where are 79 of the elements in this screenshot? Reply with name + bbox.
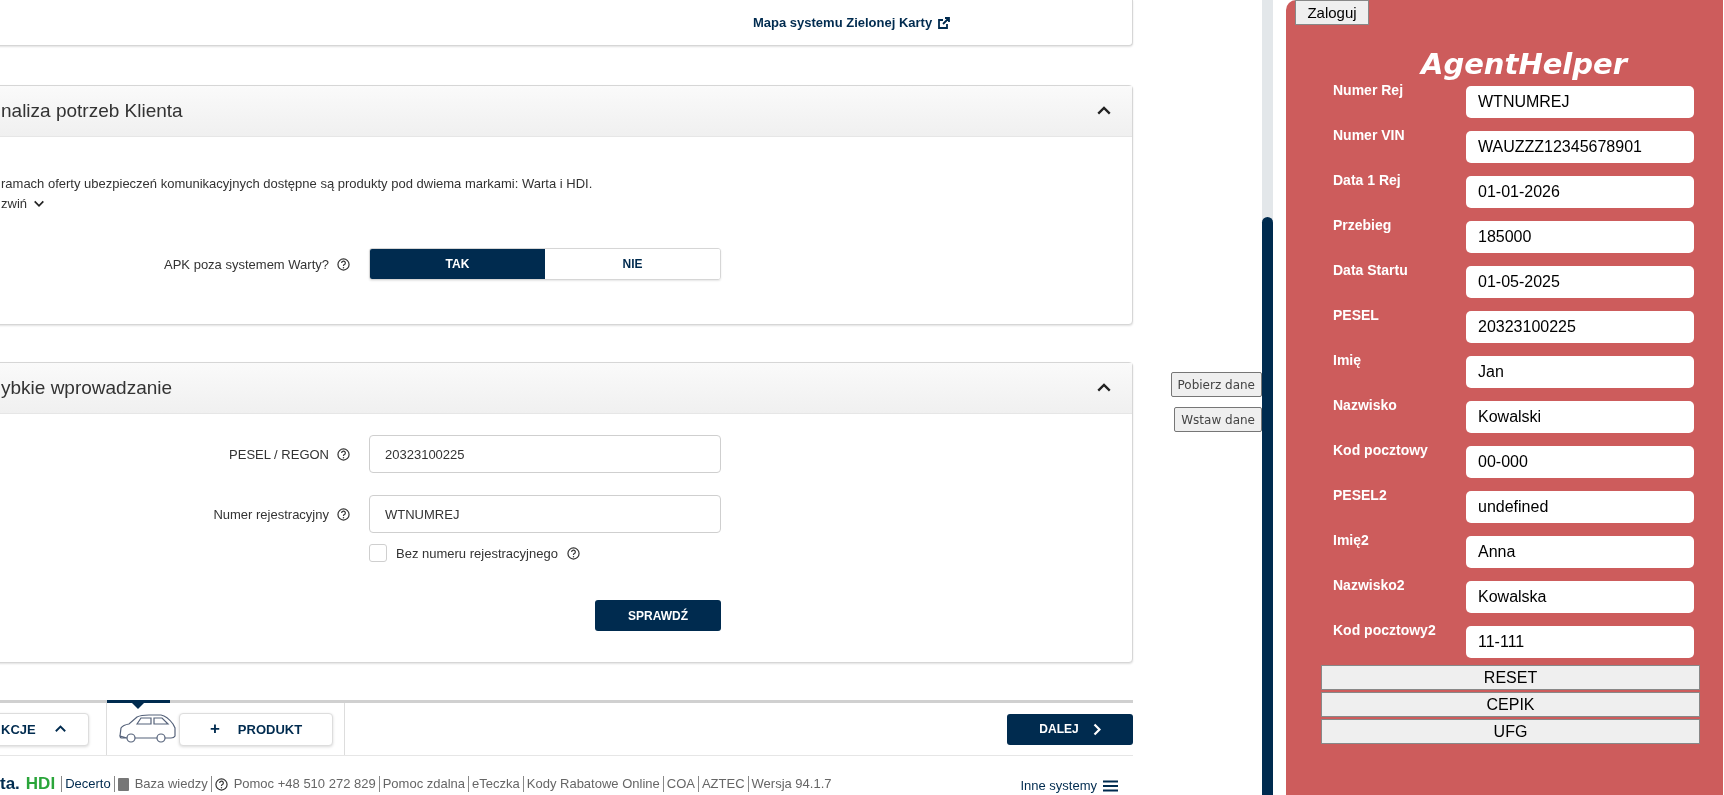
field-label: Imię2 [1333,532,1370,550]
section-title: naliza potrzeb Klienta [1,100,183,122]
action-button[interactable]: UFG [1321,719,1700,744]
field-label: PESEL2 [1333,487,1388,505]
text-field[interactable]: WTNUMREJ [1466,86,1694,118]
text-field[interactable]: Jan [1466,356,1694,388]
footer-link[interactable]: AZTEC [697,776,748,792]
chevron-up-icon[interactable] [53,725,67,733]
text-field[interactable]: 11-111 [1466,626,1694,658]
help-icon[interactable] [214,777,228,791]
help-icon[interactable] [337,447,350,461]
text-field[interactable]: 01-01-2026 [1466,176,1694,208]
field-label: Imię [1333,352,1362,370]
section-title: ybkie wprowadzanie [1,377,173,399]
text-field[interactable]: 01-05-2025 [1466,266,1694,298]
text-field[interactable]: undefined [1466,491,1694,523]
chevron-down-icon[interactable] [33,199,45,208]
action-button[interactable]: CEPIK [1321,692,1700,717]
sections-button[interactable]: KCJE [0,712,89,746]
check-button[interactable]: SPRAWDŹ [595,600,721,631]
checkbox-label: Bez numeru rejestracyjnego [396,545,558,561]
collapse-icon[interactable] [1096,106,1112,116]
text-field[interactable]: WTNUMREJ [369,495,721,533]
text-field[interactable]: WAUZZZ12345678901 [1466,131,1694,163]
field-label: Kod pocztowy2 [1333,622,1437,640]
footer-link[interactable]: COA [662,776,698,792]
text-field[interactable]: 00-000 [1466,446,1694,478]
field-label: APK poza systemem Warty? [164,256,329,272]
login-button[interactable]: Zaloguj [1295,0,1369,25]
external-link-icon [938,16,951,29]
field-label: Przebieg [1333,217,1393,235]
help-icon[interactable] [337,257,350,271]
tab-pointer-icon [132,703,144,709]
field-label: PESEL / REGON [229,446,329,462]
description-text: ramach oferty ubezpieczeń komunikacyjnych dostępne są produkty pod dwiema markami: Warta i HDI. [1,176,594,191]
chevron-right-icon [1092,722,1101,736]
help-icon[interactable] [566,546,580,560]
field-label: Data Startu [1333,262,1409,280]
text-field[interactable]: Anna [1466,536,1694,568]
collapse-icon[interactable] [1096,383,1112,393]
menu-icon [1103,780,1118,792]
panel-title: AgentHelper [1418,46,1630,83]
field-label: Numer rejestracyjny [213,506,329,522]
footer-link[interactable]: Pomoc zdalna [378,776,469,792]
footer-link[interactable]: Pomoc +48 510 272 829 [210,776,379,792]
text-field[interactable]: Kowalski [1466,401,1694,433]
text-field[interactable]: 20323100225 [1466,311,1694,343]
collapse-link[interactable]: zwiń [1,196,45,211]
footer-link[interactable]: Wersja 94.1.7 [747,776,835,792]
logo-text: HDI [25,774,56,794]
side-button[interactable]: Pobierz dane [1170,372,1262,397]
field-label: Numer Rej [1333,82,1405,100]
field-label: Nazwisko [1333,397,1398,415]
checkbox[interactable] [369,544,387,562]
field-label: PESEL [1333,307,1380,325]
text-field[interactable]: 20323100225 [369,435,721,473]
help-icon[interactable] [337,507,350,521]
footer-link[interactable]: Decerto [61,776,114,792]
footer-link[interactable]: Baza wiedzy [113,776,211,792]
add-product-button[interactable]: + PRODUKT [179,712,333,746]
card-map-link[interactable]: Mapa systemu Zielonej Karty [753,15,951,30]
vehicle-tab[interactable]: + PRODUKT [106,703,345,755]
other-systems-link[interactable]: Inne systemy [1017,778,1121,794]
field-label: Kod pocztowy [1333,442,1429,460]
text-field[interactable]: Kowalska [1466,581,1694,613]
toggle-option[interactable]: TAK [370,249,545,279]
footer-link[interactable]: eTeczka [468,776,523,792]
field-label: Numer VIN [1333,127,1406,145]
toggle-option[interactable]: NIE [545,249,720,279]
side-button[interactable]: Wstaw dane [1174,407,1262,432]
scrollbar[interactable] [1262,0,1273,795]
footer-link[interactable]: Kody Rabatowe Online [522,776,663,792]
field-label: Data 1 Rej [1333,172,1402,190]
action-button[interactable]: RESET [1321,665,1700,690]
text-field[interactable]: 185000 [1466,221,1694,253]
logo-text: ta. [0,774,20,794]
book-icon [117,777,129,791]
next-button[interactable]: DALEJ [1007,713,1133,745]
field-label: Nazwisko2 [1333,577,1406,595]
